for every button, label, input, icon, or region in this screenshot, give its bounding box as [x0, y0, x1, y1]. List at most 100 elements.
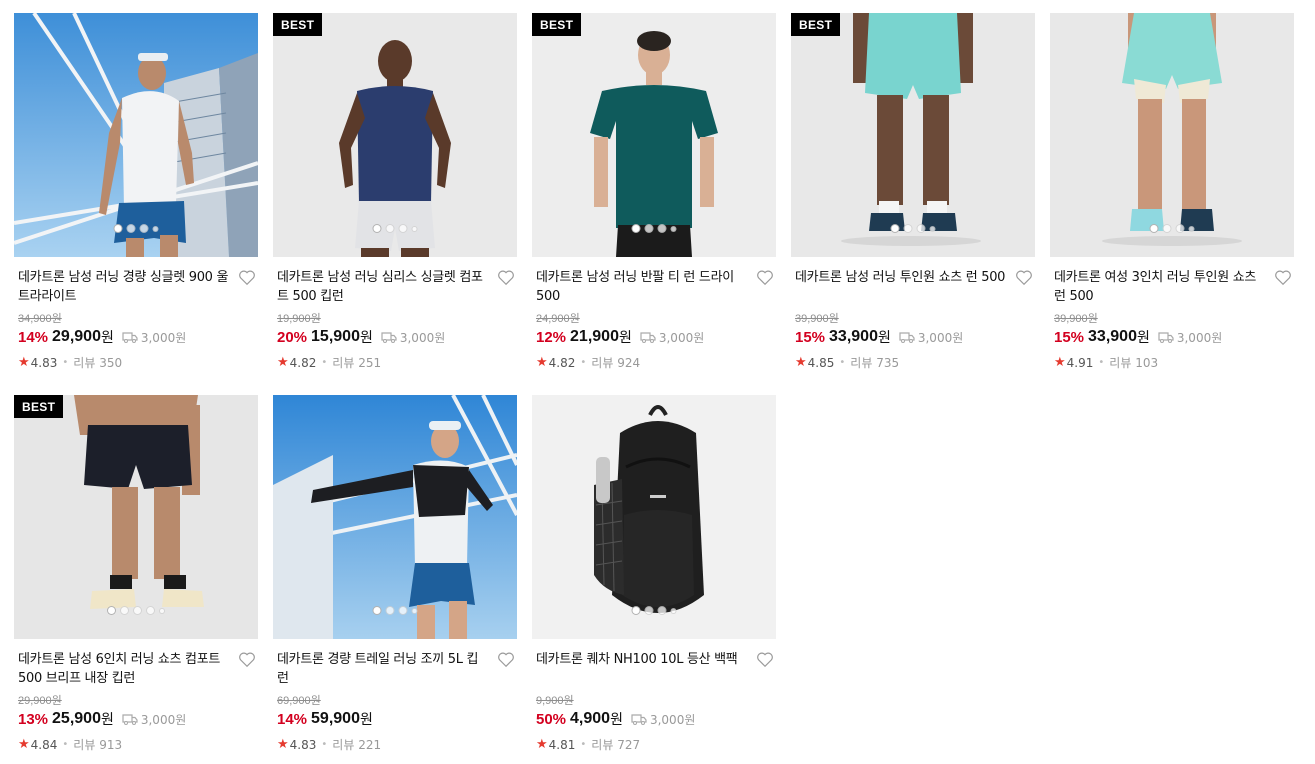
currency-unit: 원	[359, 330, 373, 346]
rating: ★ 4.82 • 리뷰 924	[536, 355, 641, 370]
heart-icon[interactable]	[1015, 269, 1033, 286]
product-image[interactable]: BEST	[14, 395, 258, 639]
review-label: 리뷰	[1109, 356, 1132, 370]
original-price: 39,900원	[1054, 313, 1098, 325]
shipping-fee: 3,000원	[640, 329, 704, 346]
image-carousel-dots[interactable]	[107, 606, 165, 615]
star-icon: ★	[18, 355, 30, 370]
product-title[interactable]: 데카트론 남성 러닝 심리스 싱글렛 컴포트 500 킵런	[277, 268, 489, 306]
product-image[interactable]	[273, 395, 517, 639]
product-card[interactable]: 데카트론 남성 러닝 경량 싱글렛 900 울트라라이트 34,900원 14%…	[14, 13, 258, 381]
currency-unit: 원	[618, 330, 632, 346]
heart-icon[interactable]	[238, 269, 256, 286]
sale-price: 21,900	[570, 328, 619, 345]
product-card[interactable]: 데카트론 경량 트레일 러닝 조끼 5L 킵런 69,900원 14% 59,9…	[273, 395, 517, 763]
review-count: 924	[617, 355, 641, 370]
review-count: 913	[99, 737, 123, 752]
product-title[interactable]: 데카트론 여성 3인치 러닝 투인원 쇼츠 런 500	[1054, 268, 1266, 306]
shipping-fee: 3,000원	[122, 711, 186, 728]
discount-rate: 13%	[18, 710, 49, 728]
sale-price: 29,900	[52, 328, 101, 345]
product-title[interactable]: 데카트론 경량 트레일 러닝 조끼 5L 킵런	[277, 650, 489, 688]
rating: ★ 4.81 • 리뷰 727	[536, 737, 641, 752]
heart-icon[interactable]	[756, 651, 774, 668]
star-icon: ★	[18, 737, 30, 752]
original-price: 19,900원	[277, 313, 321, 325]
product-card[interactable]: 데카트론 여성 3인치 러닝 투인원 쇼츠 런 500 39,900원 15% …	[1050, 13, 1294, 381]
heart-icon[interactable]	[238, 651, 256, 668]
best-badge: BEST	[791, 13, 841, 36]
rating: ★ 4.82 • 리뷰 251	[277, 355, 382, 370]
original-price: 24,900원	[536, 313, 580, 325]
heart-icon[interactable]	[497, 269, 515, 286]
review-count: 735	[876, 355, 900, 370]
image-carousel-dots[interactable]	[631, 224, 677, 233]
star-icon: ★	[277, 737, 289, 752]
heart-icon[interactable]	[497, 651, 515, 668]
star-icon: ★	[795, 355, 807, 370]
product-image[interactable]: BEST	[532, 13, 776, 257]
image-carousel-dots[interactable]	[1149, 224, 1195, 233]
product-image[interactable]	[14, 13, 258, 257]
product-card[interactable]: BEST 데카트론 남성 6인치 러닝 쇼츠 컴포트 500 브리프 내장 킵런	[14, 395, 258, 763]
currency-unit: 원	[359, 712, 373, 728]
truck-icon	[122, 713, 138, 725]
product-title[interactable]: 데카트론 남성 러닝 반팔 티 런 드라이 500	[536, 268, 748, 306]
product-image[interactable]: BEST	[273, 13, 517, 257]
runner-photo	[273, 395, 517, 639]
sale-price: 33,900	[1088, 328, 1137, 345]
product-card[interactable]: BEST 데카트론 남성 러닝 반팔 티 런 드라이 500 24,900원 1…	[532, 13, 776, 381]
product-title[interactable]: 데카트론 남성 6인치 러닝 쇼츠 컴포트 500 브리프 내장 킵런	[18, 650, 230, 688]
product-image[interactable]	[532, 395, 776, 639]
image-carousel-dots[interactable]	[890, 224, 936, 233]
best-badge: BEST	[14, 395, 64, 418]
currency-unit: 원	[1136, 330, 1150, 346]
best-badge: BEST	[273, 13, 323, 36]
review-label: 리뷰	[591, 738, 614, 752]
review-count: 103	[1135, 355, 1159, 370]
product-card[interactable]: 데카트론 퀘차 NH100 10L 등산 백팩 9,900원 50% 4,900…	[532, 395, 776, 763]
discount-rate: 14%	[277, 710, 308, 728]
currency-unit: 원	[877, 330, 891, 346]
image-carousel-dots[interactable]	[372, 606, 418, 615]
review-label: 리뷰	[591, 356, 614, 370]
shipping-fee: 3,000원	[631, 711, 695, 728]
image-carousel-dots[interactable]	[113, 224, 159, 233]
model-photo	[1050, 13, 1294, 257]
original-price: 69,900원	[277, 695, 321, 707]
product-title[interactable]: 데카트론 퀘차 NH100 10L 등산 백팩	[536, 650, 748, 688]
original-price: 29,900원	[18, 695, 62, 707]
discount-rate: 14%	[18, 328, 49, 346]
image-carousel-dots[interactable]	[372, 224, 418, 233]
model-photo	[273, 13, 517, 257]
sale-price: 4,900	[570, 710, 611, 727]
rating: ★ 4.83 • 리뷰 350	[18, 355, 123, 370]
review-count: 251	[358, 355, 382, 370]
product-image[interactable]	[1050, 13, 1294, 257]
rating: ★ 4.91 • 리뷰 103	[1054, 355, 1159, 370]
star-icon: ★	[1054, 355, 1066, 370]
product-card[interactable]: BEST 데카트론 남성 러닝 심리스 싱글렛 컴포트 500 킵런 19,90…	[273, 13, 517, 381]
heart-icon[interactable]	[1274, 269, 1292, 286]
truck-icon	[899, 331, 915, 343]
truck-icon	[381, 331, 397, 343]
shipping-fee: 3,000원	[899, 329, 963, 346]
sale-price: 25,900	[52, 710, 101, 727]
product-title[interactable]: 데카트론 남성 러닝 경량 싱글렛 900 울트라라이트	[18, 268, 230, 306]
model-photo	[791, 13, 1035, 257]
shipping-fee: 3,000원	[122, 329, 186, 346]
discount-rate: 20%	[277, 328, 308, 346]
product-image[interactable]: BEST	[791, 13, 1035, 257]
heart-icon[interactable]	[756, 269, 774, 286]
truck-icon	[122, 331, 138, 343]
rating: ★ 4.83 • 리뷰 221	[277, 737, 382, 752]
image-carousel-dots[interactable]	[631, 606, 677, 615]
review-count: 350	[99, 355, 123, 370]
review-count: 727	[617, 737, 641, 752]
best-badge: BEST	[532, 13, 582, 36]
product-card[interactable]: BEST 데카트론 남성 러닝 투인원 쇼츠 런 500 39,900원 15%…	[791, 13, 1035, 381]
truck-icon	[640, 331, 656, 343]
product-title[interactable]: 데카트론 남성 러닝 투인원 쇼츠 런 500	[795, 268, 1007, 306]
sale-price: 15,900	[311, 328, 360, 345]
review-label: 리뷰	[73, 356, 96, 370]
